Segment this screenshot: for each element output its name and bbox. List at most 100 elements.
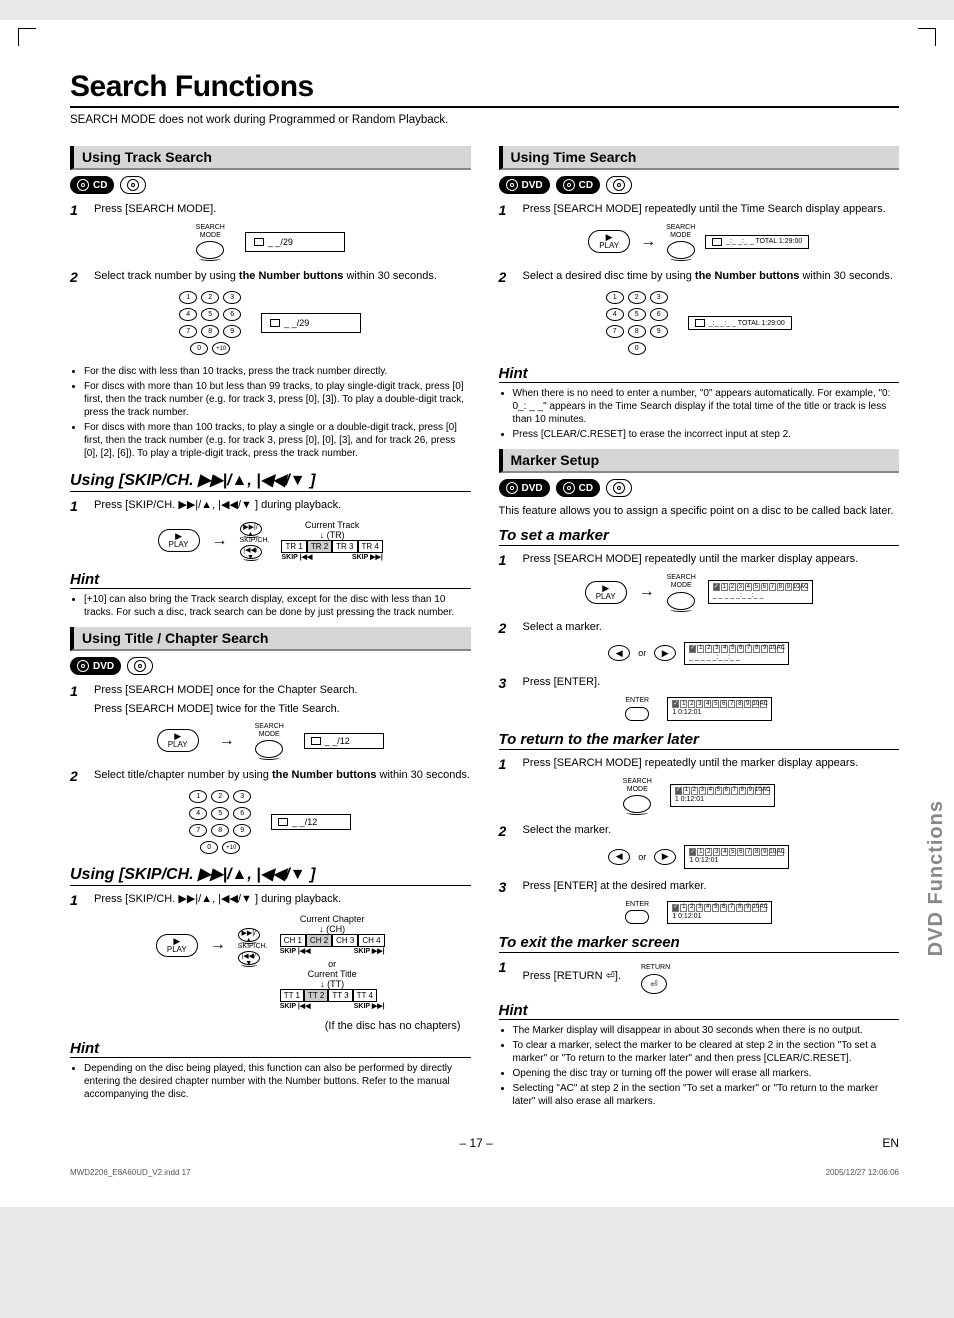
step-number: 1 — [499, 959, 513, 994]
hint-heading: Hint — [70, 571, 471, 589]
marker-display: ✓12345678910AC 1 0:12:01 — [684, 845, 789, 868]
right-arrow-button: ▶ — [654, 645, 676, 661]
subheading-return-marker: To return to the marker later — [499, 731, 900, 750]
step-text: Select a marker. — [523, 620, 900, 636]
track-display: _ _/29 — [245, 232, 345, 252]
side-tab: DVD Functions — [925, 800, 948, 956]
skipch-button-fig: ▶▶|/▲ SKIP/CH. |◀◀/▼ — [238, 928, 268, 965]
track-display: _ _/29 — [261, 313, 361, 333]
step-number: 2 — [499, 620, 513, 636]
step-text: Press [SEARCH MODE] repeatedly until the… — [523, 756, 900, 772]
arrow-icon: → — [640, 233, 656, 251]
step-text: Press [RETURN ⏎]. RETURN⏎ — [523, 959, 900, 994]
step-number: 2 — [70, 269, 84, 285]
arrow-icon: → — [212, 532, 228, 550]
page-title: Search Functions — [70, 70, 899, 108]
return-button-fig: RETURN⏎ — [641, 959, 670, 994]
step-text: Select track number by using the Number … — [94, 269, 471, 285]
marker-display: ✓12345678910AC _ _ _ _ _:_ _:_ _ — [684, 642, 789, 665]
skipch-button-fig: ▶▶|/▲ SKIP/CH. |◀◀/▼ — [240, 522, 270, 559]
subheading-exit-marker: To exit the marker screen — [499, 934, 900, 953]
step-text: Press [SKIP/CH. ▶▶|/▲, |◀◀/▼ ] during pl… — [94, 892, 471, 908]
time-display: _:_ _:_ _ TOTAL 1:29:00 — [705, 235, 809, 249]
chapter-title-fig: Current Chapter ↓ (CH) CH 1CH 2CH 3CH 4 … — [280, 914, 385, 1010]
step-number: 2 — [70, 768, 84, 784]
step-number: 1 — [499, 552, 513, 568]
hint-list: Depending on the disc being played, this… — [70, 1062, 471, 1101]
hint-heading: Hint — [499, 365, 900, 383]
right-column: Using Time Search DVD CD 1 Press [SEARCH… — [499, 138, 900, 1116]
subheading-skipch: Using [SKIP/CH. ▶▶|/▲, |◀◀/▼ ] — [70, 470, 471, 492]
step-number: 1 — [70, 892, 84, 908]
left-column: Using Track Search CD 1 Press [SEARCH MO… — [70, 138, 471, 1116]
page-footer: – 17 – EN — [70, 1136, 899, 1150]
no-chapters-note: (If the disc has no chapters) — [70, 1020, 471, 1032]
subheading-skipch: Using [SKIP/CH. ▶▶|/▲, |◀◀/▼ ] — [70, 864, 471, 886]
time-display: _:_ _:_ _ TOTAL 1:29:00 — [688, 316, 792, 330]
badge-disc-icon — [606, 176, 632, 194]
right-arrow-button: ▶ — [654, 849, 676, 865]
intro-text: SEARCH MODE does not work during Program… — [70, 114, 899, 126]
chapter-display: _ _/12 — [271, 814, 351, 830]
step-text: Select the marker. — [523, 823, 900, 839]
play-button-fig: ▶PLAY — [585, 581, 627, 604]
chapter-display: _ _/12 — [304, 733, 384, 749]
number-keypad: 123 456 789 0+10 — [189, 790, 251, 854]
or-label: or — [638, 648, 646, 658]
search-mode-button-fig: SEARCHMODE — [255, 723, 284, 758]
marker-display: ✓12345678910AC 1 0:12:01 — [670, 784, 775, 807]
play-button-fig: ▶PLAY — [156, 934, 198, 957]
search-mode-button-fig: SEARCHMODE — [666, 224, 695, 259]
arrow-icon: → — [219, 732, 235, 750]
step-number: 1 — [70, 498, 84, 514]
section-header-marker: Marker Setup — [499, 449, 900, 473]
marker-display: ✓12345678910AC 1 0:12:01 — [667, 901, 772, 924]
step-text: Select a desired disc time by using the … — [523, 269, 900, 285]
hint-list: The Marker display will disappear in abo… — [499, 1024, 900, 1108]
step-text: Press [ENTER] at the desired marker. — [523, 879, 900, 895]
number-keypad: 123 456 789 0+10 — [179, 291, 241, 355]
step-number: 3 — [499, 675, 513, 691]
play-button-fig: ▶PLAY — [158, 529, 200, 552]
step-text: Press [SKIP/CH. ▶▶|/▲, |◀◀/▼ ] during pl… — [94, 498, 471, 514]
badge-disc-icon — [127, 657, 153, 675]
badge-cd: CD — [556, 176, 600, 194]
lang-code: EN — [882, 1136, 899, 1150]
manual-page: Search Functions SEARCH MODE does not wo… — [0, 20, 954, 1207]
badge-cd: CD — [556, 479, 600, 497]
section-header-title: Using Title / Chapter Search — [70, 627, 471, 651]
badge-cd: CD — [70, 176, 114, 194]
crop-mark — [18, 28, 36, 46]
search-mode-button-fig: SEARCHMODE — [196, 224, 225, 259]
step-text: Press [ENTER]. — [523, 675, 900, 691]
search-mode-button-fig: SEARCHMODE — [667, 574, 696, 609]
crop-mark — [918, 28, 936, 46]
section-header-time: Using Time Search — [499, 146, 900, 170]
step-number: 1 — [499, 202, 513, 218]
marker-intro: This feature allows you to assign a spec… — [499, 505, 900, 517]
step-number: 1 — [499, 756, 513, 772]
left-arrow-button: ◀ — [608, 645, 630, 661]
badge-dvd: DVD — [499, 176, 550, 194]
subheading-set-marker: To set a marker — [499, 527, 900, 546]
enter-button-fig: ENTER — [625, 901, 649, 925]
step-text: Press [SEARCH MODE] repeatedly until the… — [523, 552, 900, 568]
search-mode-button-fig: SEARCHMODE — [623, 778, 652, 813]
track-notes: For the disc with less than 10 tracks, p… — [70, 365, 471, 460]
enter-button-fig: ENTER — [625, 697, 649, 721]
step-number: 1 — [70, 683, 84, 717]
step-text: Select title/chapter number by using the… — [94, 768, 471, 784]
marker-display: ✓12345678910AC _ _ _ _ _:_ _:_ _ — [708, 580, 813, 603]
track-line-fig: Current Track ↓ (TR) TR 1TR 2TR 3TR 4 SK… — [281, 520, 382, 561]
marker-display: ✓12345678910AC 1 0:12:01 — [667, 697, 772, 720]
print-meta: MWD2206_E8A60UD_V2.indd 17 2005/12/27 12… — [70, 1168, 899, 1177]
step-number: 2 — [499, 269, 513, 285]
play-button-fig: ▶PLAY — [157, 729, 199, 752]
section-header-track: Using Track Search — [70, 146, 471, 170]
page-number: – 17 – — [459, 1136, 492, 1150]
step-number: 2 — [499, 823, 513, 839]
step-number: 3 — [499, 879, 513, 895]
step-text: Press [SEARCH MODE] once for the Chapter… — [94, 683, 471, 717]
step-text: Press [SEARCH MODE]. — [94, 202, 471, 218]
step-text: Press [SEARCH MODE] repeatedly until the… — [523, 202, 900, 218]
